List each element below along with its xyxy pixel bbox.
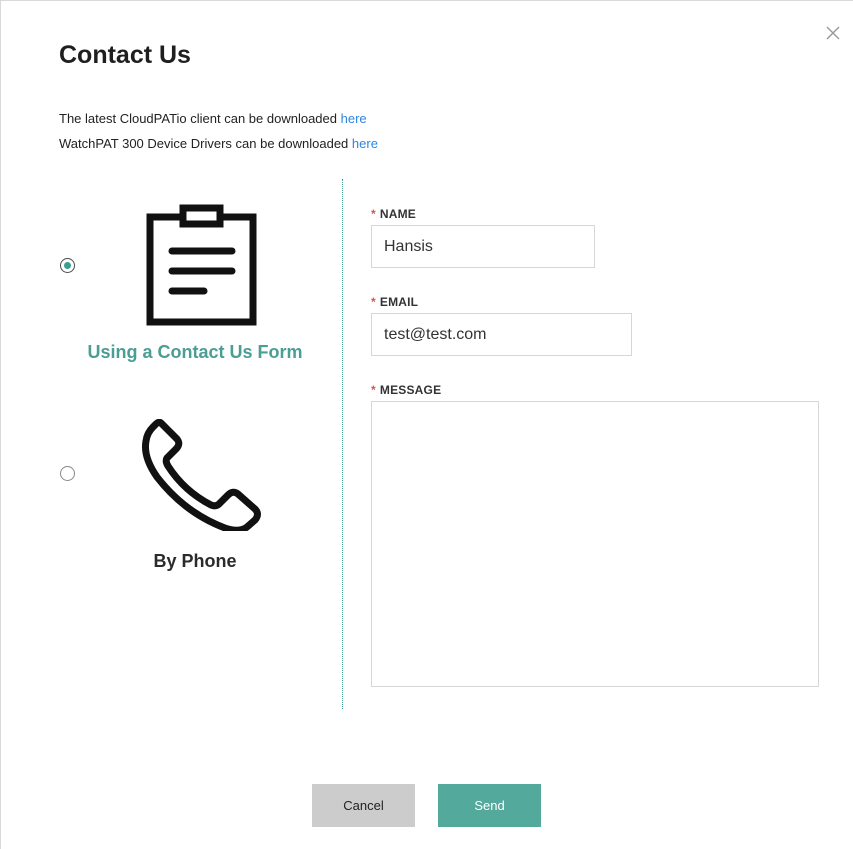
- client-download-line: The latest CloudPATio client can be down…: [59, 111, 367, 126]
- clipboard-icon[interactable]: [144, 204, 259, 328]
- client-download-link[interactable]: here: [341, 111, 367, 126]
- drivers-download-link[interactable]: here: [352, 136, 378, 151]
- name-input[interactable]: [371, 225, 595, 268]
- dialog-title: Contact Us: [59, 41, 191, 69]
- required-mark: *: [371, 295, 376, 309]
- required-mark: *: [371, 383, 376, 397]
- email-label: * EMAIL: [371, 295, 418, 309]
- drivers-download-text: WatchPAT 300 Device Drivers can be downl…: [59, 136, 349, 151]
- close-icon[interactable]: [823, 23, 843, 43]
- required-mark: *: [371, 207, 376, 221]
- radio-contact-form[interactable]: [60, 258, 75, 273]
- section-divider: [342, 179, 343, 709]
- message-textarea[interactable]: [371, 401, 819, 687]
- send-button[interactable]: Send: [438, 784, 541, 827]
- contact-dialog: Contact Us The latest CloudPATio client …: [0, 0, 853, 849]
- client-download-text: The latest CloudPATio client can be down…: [59, 111, 337, 126]
- name-label-text: NAME: [379, 207, 417, 221]
- radio-by-phone[interactable]: [60, 466, 75, 481]
- phone-icon[interactable]: [139, 418, 265, 534]
- drivers-download-line: WatchPAT 300 Device Drivers can be downl…: [59, 136, 378, 151]
- name-label: * NAME: [371, 207, 416, 221]
- email-input[interactable]: [371, 313, 632, 356]
- message-label: * MESSAGE: [371, 383, 441, 397]
- message-label-text: MESSAGE: [379, 383, 442, 397]
- option-label-contact-form[interactable]: Using a Contact Us Form: [65, 342, 325, 363]
- cancel-button[interactable]: Cancel: [312, 784, 415, 827]
- option-label-by-phone[interactable]: By Phone: [65, 551, 325, 572]
- email-label-text: EMAIL: [379, 295, 419, 309]
